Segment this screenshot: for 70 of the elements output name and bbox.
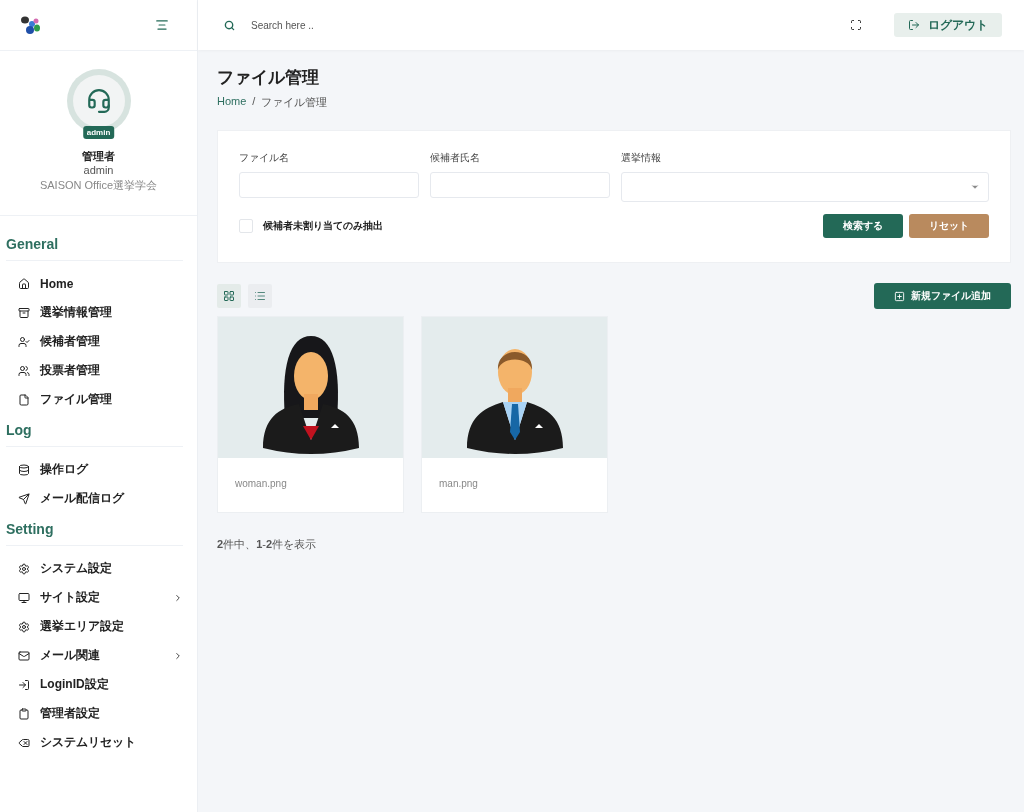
select-field[interactable]	[621, 172, 989, 202]
sidebar-item-icon	[18, 620, 30, 633]
breadcrumb-current-page: ファイル管理	[261, 95, 328, 110]
sidebar-item[interactable]: 選挙エリア設定	[6, 612, 183, 641]
sidebar-item-icon	[18, 277, 30, 290]
file-name: woman.png	[234, 477, 288, 491]
field-label: ファイル名	[239, 151, 290, 165]
profile-name: 管理者	[82, 149, 115, 164]
sidebar-item-icon	[18, 306, 30, 319]
sidebar-item[interactable]: 投票者管理	[6, 356, 183, 385]
sidebar-item[interactable]: ファイル管理	[6, 385, 183, 414]
list-icon	[254, 290, 266, 302]
sidebar-item[interactable]: サイト設定	[6, 583, 183, 612]
sidebar-item-icon	[18, 736, 30, 749]
role-badge: admin	[82, 126, 115, 139]
search-button[interactable]: 検索する	[823, 214, 903, 238]
search-field[interactable]: Search here ..	[249, 18, 836, 32]
logout-button[interactable]: ログアウト	[894, 13, 1002, 37]
page-title: ファイル管理	[217, 67, 320, 89]
sidebar-item-icon	[18, 492, 30, 505]
fullscreen-icon[interactable]	[850, 19, 862, 31]
sidebar-item[interactable]: 選挙情報管理	[6, 298, 183, 327]
grid-icon	[223, 290, 235, 302]
dropdown-caret-icon	[970, 182, 980, 192]
file-card[interactable]: man.png	[421, 316, 608, 513]
sidebar-item[interactable]: 操作ログ	[6, 455, 183, 484]
sidebar-item-icon	[18, 393, 30, 406]
logout-icon	[908, 19, 920, 31]
sidebar-item-icon	[18, 649, 30, 662]
sidebar-item[interactable]: 管理者設定	[6, 699, 183, 728]
file-card[interactable]: woman.png	[217, 316, 404, 513]
logo-icon[interactable]	[20, 15, 42, 35]
grid-view-button[interactable]	[217, 284, 241, 308]
sidebar-item[interactable]: Home	[6, 269, 183, 298]
sidebar-item-icon	[18, 463, 30, 476]
file-name: man.png	[438, 477, 479, 491]
input-field[interactable]	[430, 172, 610, 198]
pagination-summary: 2件中、1-2件を表示	[217, 537, 318, 552]
field-label: 候補者氏名	[430, 151, 481, 165]
add-file-button[interactable]: 新規ファイル追加	[874, 283, 1011, 309]
sidebar-item-icon	[18, 562, 30, 575]
checkbox-label: 候補者未割り当てのみ抽出	[263, 219, 383, 233]
list-view-button[interactable]	[248, 284, 272, 308]
breadcrumb-separator: /	[252, 95, 256, 109]
profile-organization: SAISON Office選挙学会	[39, 178, 158, 193]
breadcrumb-link[interactable]: Home	[217, 95, 247, 110]
sidebar-item[interactable]: メール関連	[6, 641, 183, 670]
plus-icon	[894, 290, 905, 302]
chevron-icon	[173, 650, 183, 661]
field-label: 選挙情報	[621, 151, 662, 165]
sidebar-item[interactable]: LoginID設定	[6, 670, 183, 699]
sidebar-item-icon	[18, 335, 30, 348]
search-icon	[224, 19, 235, 31]
sidebar-item[interactable]: 候補者管理	[6, 327, 183, 356]
sidebar-section-title: Log	[6, 414, 183, 447]
sidebar-section-title: Setting	[6, 513, 183, 546]
sidebar-item[interactable]: システム設定	[6, 554, 183, 583]
chevron-icon	[173, 592, 183, 603]
sidebar-item-icon	[18, 364, 30, 377]
sidebar-item-icon	[18, 707, 30, 720]
sidebar-item-icon	[18, 591, 30, 604]
headset-icon	[85, 88, 112, 114]
sidebar-item[interactable]: メール配信ログ	[6, 484, 183, 513]
profile-login: admin	[83, 164, 114, 176]
checkbox[interactable]	[239, 219, 253, 233]
menu-icon[interactable]	[155, 18, 169, 32]
sidebar-section-title: General	[6, 228, 183, 261]
input-field[interactable]	[239, 172, 419, 198]
sidebar-item-icon	[18, 678, 30, 691]
sidebar-item[interactable]: システムリセット	[6, 728, 183, 757]
